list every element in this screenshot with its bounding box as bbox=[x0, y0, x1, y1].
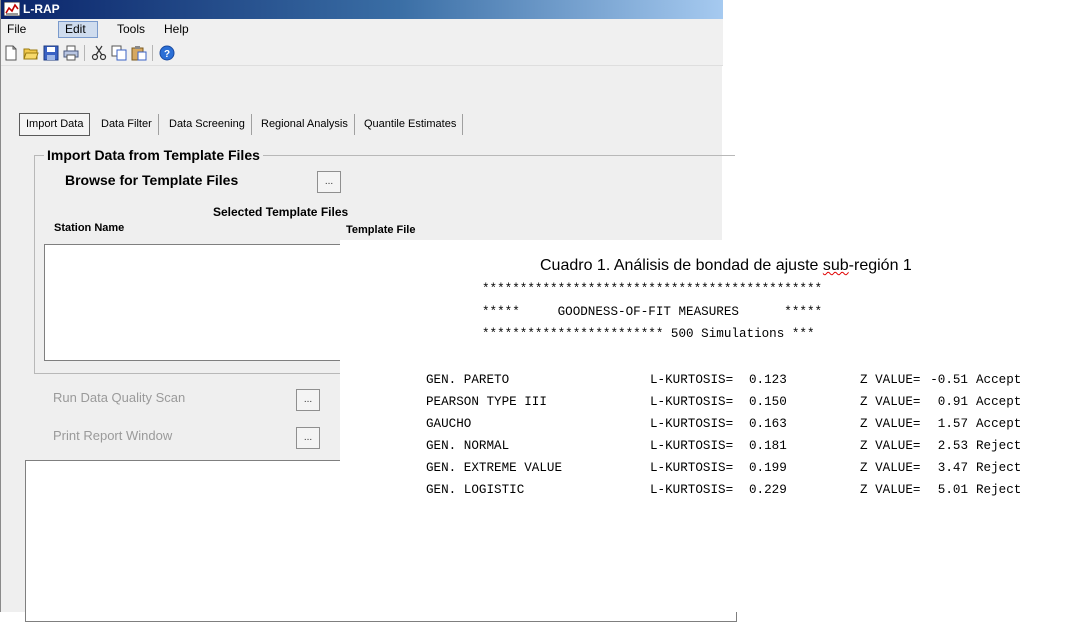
kurtosis-value: 0.163 bbox=[749, 417, 787, 431]
banner-line-3: ************************ 500 Simulations… bbox=[482, 327, 815, 341]
print-icon[interactable] bbox=[63, 45, 79, 61]
tab-strip: Import Data Data Filter Data Screening R… bbox=[1, 113, 723, 138]
paste-icon[interactable] bbox=[131, 45, 147, 61]
kurtosis-label: L-KURTOSIS= bbox=[650, 483, 734, 497]
kurtosis-label: L-KURTOSIS= bbox=[650, 395, 734, 409]
import-group-title: Import Data from Template Files bbox=[44, 147, 263, 163]
menu-edit[interactable]: Edit bbox=[58, 21, 98, 38]
fit-result: Accept bbox=[976, 417, 1022, 431]
fit-result: Reject bbox=[976, 461, 1022, 475]
cut-icon[interactable] bbox=[91, 45, 107, 61]
dist-name: PEARSON TYPE III bbox=[426, 395, 547, 409]
fit-result: Accept bbox=[976, 373, 1022, 387]
kurtosis-value: 0.123 bbox=[749, 373, 787, 387]
goodness-of-fit-report: Cuadro 1. Análisis de bondad de ajuste s… bbox=[340, 240, 1083, 612]
dist-name: GEN. EXTREME VALUE bbox=[426, 461, 563, 475]
print-report-button[interactable]: ... bbox=[296, 427, 320, 449]
z-label: Z VALUE= bbox=[860, 373, 921, 387]
kurtosis-label: L-KURTOSIS= bbox=[650, 439, 734, 453]
menu-tools[interactable]: Tools bbox=[111, 21, 151, 38]
fit-result: Reject bbox=[976, 483, 1022, 497]
column-header-template: Template File bbox=[346, 224, 416, 236]
menu-bar: File Edit Tools Help bbox=[1, 19, 723, 41]
caption-misspelled-word: sub bbox=[822, 257, 849, 274]
new-file-icon[interactable] bbox=[3, 45, 19, 61]
browse-template-button[interactable]: ... bbox=[317, 171, 341, 193]
kurtosis-label: L-KURTOSIS= bbox=[650, 461, 734, 475]
window-title: L-RAP bbox=[23, 2, 60, 16]
fit-result: Accept bbox=[976, 395, 1022, 409]
column-header-station: Station Name bbox=[54, 222, 125, 234]
save-icon[interactable] bbox=[43, 45, 59, 61]
report-caption: Cuadro 1. Análisis de bondad de ajuste s… bbox=[540, 257, 912, 275]
z-label: Z VALUE= bbox=[860, 461, 921, 475]
dist-name: GAUCHO bbox=[426, 417, 472, 431]
banner-line-1: ****************************************… bbox=[482, 282, 823, 296]
open-folder-icon[interactable] bbox=[23, 45, 39, 61]
z-label: Z VALUE= bbox=[860, 483, 921, 497]
tab-data-screening[interactable]: Data Screening bbox=[163, 114, 252, 135]
toolbar-separator bbox=[84, 45, 85, 61]
caption-prefix: Cuadro 1. Análisis de bondad de ajuste bbox=[540, 257, 823, 274]
menu-file[interactable]: File bbox=[1, 21, 32, 38]
print-report-label: Print Report Window bbox=[53, 428, 173, 443]
z-value: 1.57 bbox=[937, 417, 968, 431]
kurtosis-label: L-KURTOSIS= bbox=[650, 373, 734, 387]
tab-quantile-estimates[interactable]: Quantile Estimates bbox=[358, 114, 464, 135]
caption-suffix: -región 1 bbox=[848, 257, 912, 274]
toolbar: ? bbox=[1, 41, 723, 66]
dist-name: GEN. PARETO bbox=[426, 373, 510, 387]
z-value: 3.47 bbox=[937, 461, 968, 475]
kurtosis-value: 0.229 bbox=[749, 483, 787, 497]
banner-line-2: ***** GOODNESS-OF-FIT MEASURES ***** bbox=[482, 305, 823, 319]
z-value: 5.01 bbox=[937, 483, 968, 497]
z-value: -0.51 bbox=[930, 373, 968, 387]
selected-files-label: Selected Template Files bbox=[213, 205, 349, 219]
dist-name: GEN. LOGISTIC bbox=[426, 483, 525, 497]
tab-import-data[interactable]: Import Data bbox=[19, 113, 91, 136]
tab-regional-analysis[interactable]: Regional Analysis bbox=[255, 114, 355, 135]
run-scan-button[interactable]: ... bbox=[296, 389, 320, 411]
kurtosis-value: 0.181 bbox=[749, 439, 787, 453]
fit-result: Reject bbox=[976, 439, 1022, 453]
z-label: Z VALUE= bbox=[860, 395, 921, 409]
title-bar[interactable]: L-RAP bbox=[1, 0, 723, 19]
browse-template-label: Browse for Template Files bbox=[65, 172, 239, 188]
dist-name: GEN. NORMAL bbox=[426, 439, 510, 453]
help-icon[interactable]: ? bbox=[159, 45, 175, 61]
copy-icon[interactable] bbox=[111, 45, 127, 61]
kurtosis-value: 0.199 bbox=[749, 461, 787, 475]
menu-help[interactable]: Help bbox=[158, 21, 195, 38]
svg-text:?: ? bbox=[164, 49, 170, 60]
tab-data-filter[interactable]: Data Filter bbox=[95, 114, 159, 135]
z-label: Z VALUE= bbox=[860, 439, 921, 453]
z-label: Z VALUE= bbox=[860, 417, 921, 431]
run-scan-label: Run Data Quality Scan bbox=[53, 390, 186, 405]
app-logo-icon bbox=[4, 2, 20, 16]
z-value: 2.53 bbox=[937, 439, 968, 453]
kurtosis-label: L-KURTOSIS= bbox=[650, 417, 734, 431]
kurtosis-value: 0.150 bbox=[749, 395, 787, 409]
z-value: 0.91 bbox=[937, 395, 968, 409]
toolbar-separator bbox=[152, 45, 153, 61]
